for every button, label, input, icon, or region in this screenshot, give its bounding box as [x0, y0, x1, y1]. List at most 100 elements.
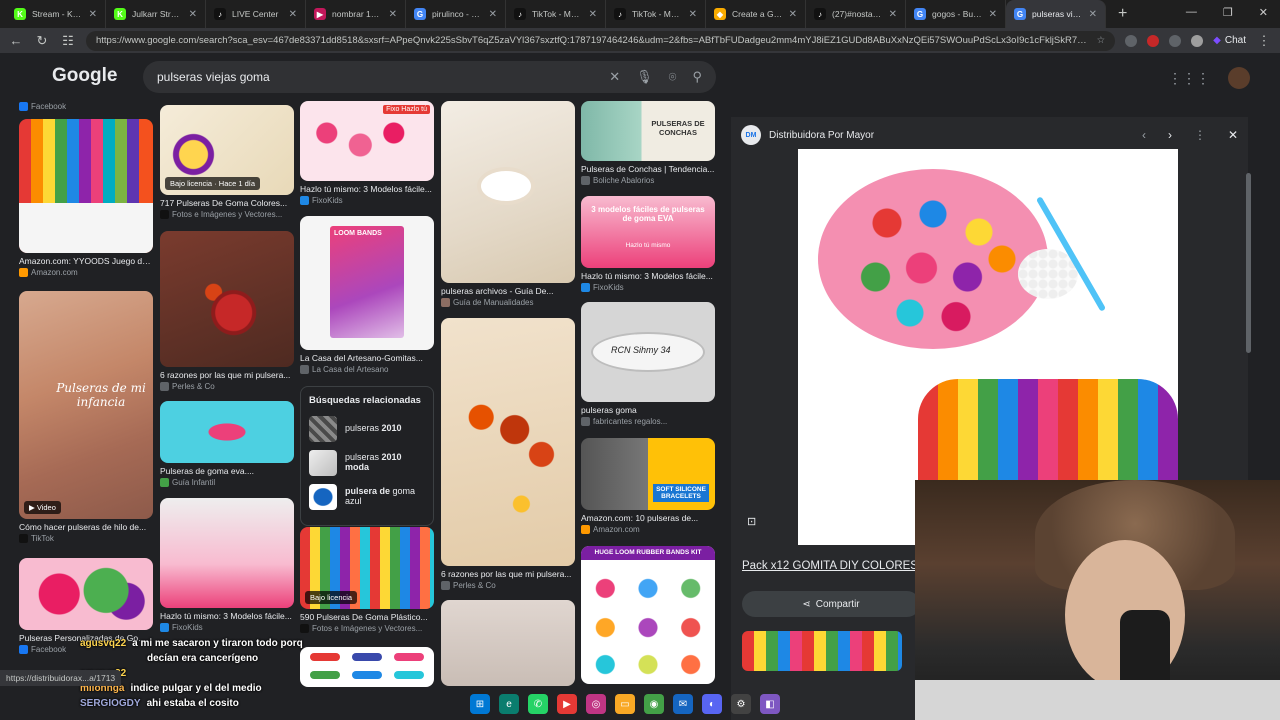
reload-icon[interactable]: ↻	[34, 33, 50, 49]
close-tab-icon[interactable]: ✕	[689, 9, 697, 20]
result-title[interactable]: 6 razones por las que mi pulsera...	[160, 370, 294, 380]
browser-tab[interactable]: K Julkarr Stream - V ✕	[106, 0, 206, 28]
bookmark-star-icon[interactable]: ☆	[1097, 35, 1106, 46]
browser-tab[interactable]: ◆ Create a Galletita ✕	[706, 0, 806, 28]
result-thumbnail[interactable]: LOOM BANDS	[300, 216, 434, 350]
image-result[interactable]: 6 razones por las que mi pulsera... Perl…	[441, 318, 575, 590]
result-thumbnail[interactable]: PULSERAS DE CONCHAS	[581, 101, 715, 161]
result-thumbnail[interactable]: Pulseras de mi infancia ▶ Video	[19, 291, 153, 519]
close-tab-icon[interactable]: ✕	[289, 9, 297, 20]
related-image[interactable]	[742, 631, 902, 671]
address-bar[interactable]: https://www.google.com/search?sca_esv=46…	[86, 30, 1116, 51]
result-source[interactable]: FixoKids	[581, 283, 715, 292]
related-search-item[interactable]: pulsera de goma azul	[309, 484, 425, 510]
close-window-icon[interactable]: ✕	[1259, 6, 1268, 19]
browser-tab[interactable]: ▶ nombrar 100 mu ✕	[306, 0, 406, 28]
result-source[interactable]: Facebook	[19, 102, 66, 111]
windows-start-icon[interactable]: ⊞	[470, 694, 490, 714]
result-title[interactable]: Hazlo tú mismo: 3 Modelos fácile...	[300, 184, 434, 194]
image-result[interactable]: Amazon.com: YYOODS Juego de... Amazon.co…	[19, 119, 153, 277]
related-search-item[interactable]: pulseras 2010 moda	[309, 450, 425, 476]
image-result[interactable]: Pulseras de mi infancia ▶ Video Cómo hac…	[19, 291, 153, 543]
instagram-icon[interactable]: ◎	[586, 694, 606, 714]
previous-icon[interactable]: ‹	[1142, 128, 1146, 142]
image-result[interactable]: Bajo licencia 590 Pulseras De Goma Plást…	[300, 527, 434, 633]
search-query[interactable]: pulseras viejas goma	[157, 70, 270, 84]
site-info-icon[interactable]: ☷	[60, 33, 76, 49]
result-title[interactable]: Pulseras de Conchas | Tendencia...	[581, 164, 715, 174]
image-result[interactable]: LOOM BANDS La Casa del Artesano-Gomitas.…	[300, 216, 434, 374]
result-title[interactable]: Hazlo tú mismo: 3 Modelos fácile...	[160, 611, 294, 621]
close-tab-icon[interactable]: ✕	[789, 9, 797, 20]
image-result[interactable]: HUGE LOOM RUBBER BANDS KIT	[581, 546, 715, 684]
close-panel-icon[interactable]: ✕	[1228, 128, 1238, 142]
image-result[interactable]: 3 modelos fáciles de pulseras de goma EV…	[581, 196, 715, 292]
image-result[interactable]: PULSERAS DE CONCHAS Pulseras de Conchas …	[581, 101, 715, 185]
result-source[interactable]: Guía de Manualidades	[441, 298, 575, 307]
browser-tab[interactable]: ♪ TikTok - Make Yo ✕	[506, 0, 606, 28]
result-title[interactable]: 6 razones por las que mi pulsera...	[441, 569, 575, 579]
media-player-icon[interactable]: ▶	[557, 694, 577, 714]
result-thumbnail[interactable]: 3 modelos fáciles de pulseras de goma EV…	[581, 196, 715, 268]
result-thumbnail[interactable]	[441, 600, 575, 686]
close-tab-icon[interactable]: ✕	[189, 9, 197, 20]
chat-button[interactable]: ◆ Chat	[1213, 35, 1246, 46]
browser-tab[interactable]: ♪ TikTok - Make Yo ✕	[606, 0, 706, 28]
restore-icon[interactable]: ❐	[1223, 6, 1233, 19]
minimize-icon[interactable]: —	[1186, 6, 1197, 19]
browser-tab[interactable]: Gpulseras viejas go ✕	[1006, 0, 1106, 28]
close-tab-icon[interactable]: ✕	[1089, 9, 1097, 20]
browser-tab[interactable]: ♪ LIVE Center ✕	[206, 0, 306, 28]
share-button[interactable]: ⋖ Compartir	[742, 591, 920, 617]
result-thumbnail[interactable]: HUGE LOOM RUBBER BANDS KIT	[581, 546, 715, 684]
account-avatar[interactable]	[1228, 67, 1250, 89]
image-result[interactable]: 6 razones por las que mi pulsera... Perl…	[160, 231, 294, 391]
result-thumbnail[interactable]: SOFT SILICONE BRACELETS	[581, 438, 715, 510]
close-tab-icon[interactable]: ✕	[489, 9, 497, 20]
image-result[interactable]: pulseras archivos - Guía De... Guía de M…	[441, 101, 575, 307]
apps-grid-icon[interactable]: ⋮⋮⋮	[1168, 70, 1210, 87]
result-source[interactable]: Boliche Abalorios	[581, 176, 715, 185]
file-explorer-icon[interactable]: ▭	[615, 694, 635, 714]
result-title[interactable]: Pulseras de goma eva....	[160, 466, 294, 476]
discord-icon[interactable]: ◐	[702, 694, 722, 714]
result-source[interactable]: TikTok	[19, 534, 153, 543]
lens-search-icon[interactable]: ⊡	[747, 515, 756, 528]
result-title[interactable]: Amazon.com: YYOODS Juego de...	[19, 256, 153, 266]
preview-source[interactable]: Distribuidora Por Mayor	[769, 130, 874, 141]
result-thumbnail[interactable]: RCN Sihmy 34	[581, 302, 715, 402]
close-tab-icon[interactable]: ✕	[589, 9, 597, 20]
result-title[interactable]: 717 Pulseras De Goma Colores...	[160, 198, 294, 208]
result-source[interactable]: Perles & Co	[160, 382, 294, 391]
extensions-puzzle-icon[interactable]	[1169, 34, 1182, 47]
result-thumbnail[interactable]	[441, 318, 575, 566]
image-result[interactable]: Bajo licencia · Hace 1 día 717 Pulseras …	[160, 105, 294, 219]
result-source[interactable]: fabricantes regalos...	[581, 417, 715, 426]
result-thumbnail[interactable]	[160, 231, 294, 367]
browser-tab[interactable]: ♪ (27)#nostalgia # ✕	[806, 0, 906, 28]
result-thumbnail[interactable]: Bajo licencia · Hace 1 día	[160, 105, 294, 195]
result-source[interactable]: Amazon.com	[581, 525, 715, 534]
more-options-icon[interactable]: ⋮	[1194, 128, 1206, 142]
next-icon[interactable]: ›	[1168, 128, 1172, 142]
result-title[interactable]: 590 Pulseras De Goma Plástico...	[300, 612, 434, 622]
search-icon[interactable]: ⚲	[692, 69, 702, 85]
result-thumbnail[interactable]: Bajo licencia	[300, 527, 434, 609]
microphone-icon[interactable]: 🎙	[636, 69, 653, 85]
result-thumbnail[interactable]	[160, 498, 294, 608]
profile-avatar[interactable]	[1191, 34, 1204, 47]
settings-icon[interactable]: ⚙	[731, 694, 751, 714]
image-result[interactable]: Pulseras de goma eva.... Guía Infantil	[160, 401, 294, 487]
image-result[interactable]: Hazlo tú mismo: 3 Modelos fácile... Fixo…	[160, 498, 294, 632]
result-thumbnail[interactable]	[441, 101, 575, 283]
result-thumbnail[interactable]	[160, 401, 294, 463]
result-source[interactable]: Perles & Co	[441, 581, 575, 590]
result-source[interactable]: Fotos e Imágenes y Vectores...	[160, 210, 294, 219]
result-title[interactable]: Cómo hacer pulseras de hilo de...	[19, 522, 153, 532]
result-thumbnail[interactable]	[19, 558, 153, 630]
close-tab-icon[interactable]: ✕	[889, 9, 897, 20]
related-search-item[interactable]: pulseras 2010	[309, 416, 425, 442]
new-tab-button[interactable]: +	[1118, 5, 1127, 23]
result-title[interactable]: La Casa del Artesano-Gomitas...	[300, 353, 434, 363]
browser-tab[interactable]: Ggogos - Buscar c ✕	[906, 0, 1006, 28]
